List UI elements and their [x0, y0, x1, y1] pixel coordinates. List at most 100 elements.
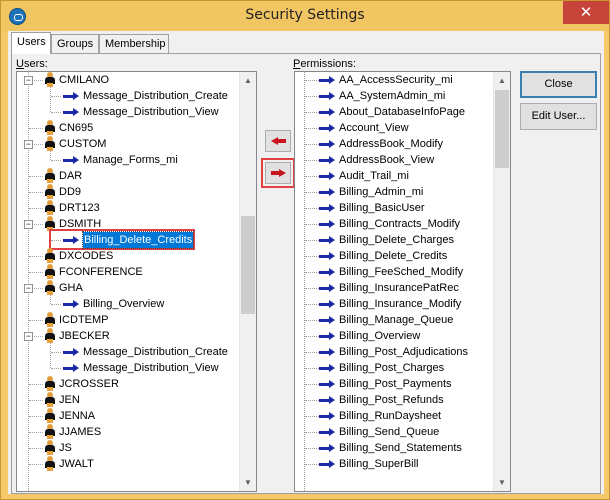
- scroll-up-icon[interactable]: ▲: [240, 72, 256, 89]
- user-node[interactable]: ICDTEMP: [17, 312, 239, 328]
- users-scrollbar[interactable]: ▲ ▼: [239, 72, 256, 491]
- permission-label: Billing_Send_Statements: [339, 442, 462, 454]
- permission-item[interactable]: Billing_Send_Statements: [295, 440, 493, 456]
- permission-item[interactable]: AddressBook_View: [295, 152, 493, 168]
- user-node[interactable]: JWALT: [17, 456, 239, 472]
- permission-item[interactable]: Billing_SuperBill: [295, 456, 493, 472]
- tree-line: [305, 272, 319, 273]
- permission-node[interactable]: Message_Distribution_View: [17, 360, 239, 376]
- user-icon: [44, 248, 56, 263]
- tab-groups[interactable]: Groups: [51, 34, 99, 53]
- users-tree[interactable]: ▲ ▼ − CMILANO Message_Distribution_Create M…: [16, 71, 257, 492]
- tab-users[interactable]: Users: [11, 32, 51, 54]
- user-label: FCONFERENCE: [59, 266, 143, 278]
- permission-item[interactable]: Billing_Overview: [295, 328, 493, 344]
- permission-item[interactable]: Billing_RunDaysheet: [295, 408, 493, 424]
- tree-line: [305, 144, 319, 145]
- collapse-toggle-icon[interactable]: −: [24, 332, 33, 341]
- window-close-button[interactable]: ✕: [563, 1, 609, 24]
- close-button[interactable]: Close: [520, 71, 597, 98]
- add-permission-button[interactable]: [265, 162, 291, 184]
- user-node[interactable]: − GHA: [17, 280, 239, 296]
- permission-label: Billing_Insurance_Modify: [339, 298, 462, 310]
- permission-node[interactable]: Message_Distribution_Create: [17, 344, 239, 360]
- scroll-up-icon[interactable]: ▲: [494, 72, 510, 89]
- user-icon: [44, 168, 56, 183]
- user-node[interactable]: CN695: [17, 120, 239, 136]
- permission-node[interactable]: Billing_Overview: [17, 296, 239, 312]
- permission-item[interactable]: AA_AccessSecurity_mi: [295, 72, 493, 88]
- tree-line: [305, 128, 319, 129]
- permission-label: Billing_FeeSched_Modify: [339, 266, 464, 278]
- user-node[interactable]: JCROSSER: [17, 376, 239, 392]
- tab-membership[interactable]: Membership: [99, 34, 169, 53]
- permission-item[interactable]: Billing_Insurance_Modify: [295, 296, 493, 312]
- user-node[interactable]: JENNA: [17, 408, 239, 424]
- tree-line: [305, 224, 319, 225]
- tree-line: [29, 176, 43, 177]
- scroll-down-icon[interactable]: ▼: [494, 474, 510, 491]
- permission-node[interactable]: Message_Distribution_Create: [17, 88, 239, 104]
- permission-item[interactable]: Billing_Manage_Queue: [295, 312, 493, 328]
- user-node[interactable]: − CUSTOM: [17, 136, 239, 152]
- user-node[interactable]: − CMILANO: [17, 72, 239, 88]
- permission-arrow-icon: [319, 380, 335, 389]
- title-bar[interactable]: Security Settings ✕: [1, 1, 609, 31]
- permission-item[interactable]: Billing_BasicUser: [295, 200, 493, 216]
- users-scroll-thumb[interactable]: [241, 216, 255, 314]
- user-node[interactable]: JS: [17, 440, 239, 456]
- permission-item[interactable]: Audit_Trail_mi: [295, 168, 493, 184]
- permission-item[interactable]: Billing_Admin_mi: [295, 184, 493, 200]
- user-node[interactable]: DAR: [17, 168, 239, 184]
- permission-label: Billing_Manage_Queue: [339, 314, 454, 326]
- user-node[interactable]: JJAMES: [17, 424, 239, 440]
- user-label: JEN: [59, 394, 80, 406]
- user-label: CMILANO: [59, 74, 110, 86]
- permission-item[interactable]: AddressBook_Modify: [295, 136, 493, 152]
- tree-line: [305, 160, 319, 161]
- permissions-scroll-thumb[interactable]: [495, 90, 509, 168]
- permission-arrow-icon: [319, 236, 335, 245]
- permissions-list[interactable]: ▲ ▼ AA_AccessSecurity_mi AA_SystemAdmin_m…: [294, 71, 511, 492]
- permission-arrow-icon: [319, 252, 335, 261]
- tree-line: [305, 384, 319, 385]
- tree-line: [29, 448, 43, 449]
- permission-item[interactable]: About_DatabaseInfoPage: [295, 104, 493, 120]
- permission-item[interactable]: Billing_Delete_Charges: [295, 232, 493, 248]
- permission-item[interactable]: Billing_FeeSched_Modify: [295, 264, 493, 280]
- edit-user-button[interactable]: Edit User...: [520, 103, 597, 130]
- permission-item[interactable]: Billing_Post_Payments: [295, 376, 493, 392]
- user-node[interactable]: FCONFERENCE: [17, 264, 239, 280]
- user-label: JS: [59, 442, 72, 454]
- user-node[interactable]: DRT123: [17, 200, 239, 216]
- scroll-down-icon[interactable]: ▼: [240, 474, 256, 491]
- permission-node[interactable]: Message_Distribution_View: [17, 104, 239, 120]
- permission-item[interactable]: Billing_InsurancePatRec: [295, 280, 493, 296]
- permission-label: Billing_Overview: [339, 330, 421, 342]
- permission-node[interactable]: Billing_Delete_Credits: [17, 231, 239, 249]
- permission-item[interactable]: AA_SystemAdmin_mi: [295, 88, 493, 104]
- permission-item[interactable]: Billing_Post_Charges: [295, 360, 493, 376]
- user-node[interactable]: − JBECKER: [17, 328, 239, 344]
- user-node[interactable]: DXCODES: [17, 248, 239, 264]
- window-title: Security Settings: [245, 7, 365, 23]
- permissions-scrollbar[interactable]: ▲ ▼: [493, 72, 510, 491]
- user-node[interactable]: DD9: [17, 184, 239, 200]
- collapse-toggle-icon[interactable]: −: [24, 284, 33, 293]
- remove-permission-button[interactable]: [265, 130, 291, 152]
- permission-item[interactable]: Account_View: [295, 120, 493, 136]
- collapse-toggle-icon[interactable]: −: [24, 140, 33, 149]
- permission-item[interactable]: Billing_Send_Queue: [295, 424, 493, 440]
- user-icon: [44, 184, 56, 199]
- user-node[interactable]: JEN: [17, 392, 239, 408]
- collapse-toggle-icon[interactable]: −: [24, 220, 33, 229]
- permission-node[interactable]: Manage_Forms_mi: [17, 152, 239, 168]
- permission-item[interactable]: Billing_Post_Adjudications: [295, 344, 493, 360]
- user-label: CUSTOM: [59, 138, 107, 150]
- permission-item[interactable]: Billing_Contracts_Modify: [295, 216, 493, 232]
- permission-arrow-icon: [319, 188, 335, 197]
- collapse-toggle-icon[interactable]: −: [24, 76, 33, 85]
- permission-arrow-icon: [319, 156, 335, 165]
- permission-item[interactable]: Billing_Delete_Credits: [295, 248, 493, 264]
- permission-item[interactable]: Billing_Post_Refunds: [295, 392, 493, 408]
